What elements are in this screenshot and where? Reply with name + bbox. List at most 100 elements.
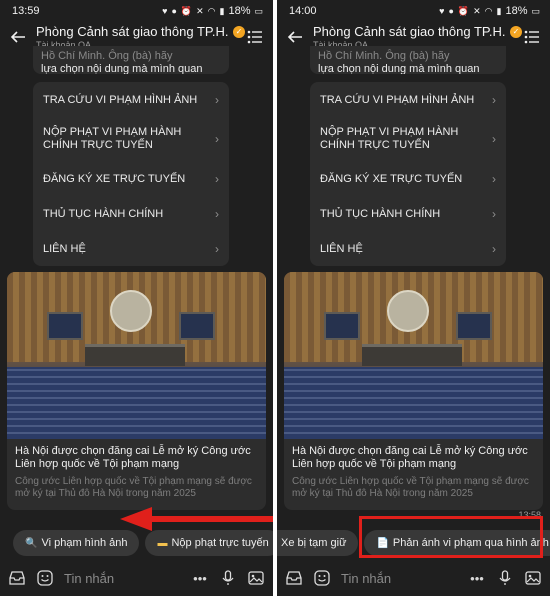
image-icon[interactable] [247,569,265,587]
more-icon[interactable]: ••• [468,569,486,587]
image-icon[interactable] [524,569,542,587]
menu-item-label: THỦ TỤC HÀNH CHÍNH [43,207,164,220]
chevron-right-icon: › [215,171,219,186]
chevron-right-icon: › [215,92,219,107]
news-image [7,272,266,439]
menu-card: TRA CỨU VI PHẠM HÌNH ẢNH › NỘP PHẠT VI P… [33,82,229,266]
message-bubble: Hồ Chí Minh. Ông (bà) hãy lựa chọn nội d… [310,46,506,74]
chat-title: Phòng Cảnh sát giao thông TP.H... [313,24,506,39]
news-description: Công ước Liên hợp quốc về Tội phạm mạng … [292,476,529,499]
emoji-icon[interactable] [313,569,331,587]
menu-item-label: ĐĂNG KÝ XE TRỰC TUYẾN [43,172,186,185]
input-bar: Tin nhắn ••• [277,560,550,596]
mute-icon: ✕ [196,5,204,16]
wifi-icon: ◠ [207,5,216,16]
menu-item-lien-he[interactable]: LIÊN HỆ › [310,231,506,266]
news-title: Hà Nội được chọn đăng cai Lễ mở ký Công … [292,445,528,470]
chip-label: Xe bị tạm giữ [281,537,347,549]
menu-item-dang-ky-xe[interactable]: ĐĂNG KÝ XE TRỰC TUYẾN › [33,161,229,196]
more-icon[interactable]: ••• [191,569,209,587]
menu-item-tra-cuu[interactable]: TRA CỨU VI PHẠM HÌNH ẢNH › [310,82,506,117]
chip-xe-bi-tam-giu[interactable]: Xe bị tạm giữ [277,530,359,556]
message-line-2: lựa chọn nội dung mà mình quan tâm: [318,63,480,74]
red-arrow-annotation [120,507,273,531]
chevron-right-icon: › [492,131,496,146]
signal-icon: ▮ [219,5,225,16]
menu-item-label: TRA CỨU VI PHẠM HÌNH ẢNH [43,93,198,106]
status-bar: 13:59 ♥ ● ⏰ ✕ ◠ ▮ 18% ▭ [0,0,273,22]
news-card[interactable]: Hà Nội được chọn đăng cai Lễ mở ký Công … [7,272,266,510]
right-phone-screen: 14:00 ♥ ● ⏰ ✕ ◠ ▮ 18% ▭ Phòng Cảnh sát g… [277,0,550,596]
microphone-icon[interactable] [496,569,514,587]
status-time: 14:00 [289,5,317,17]
battery-icon: ▭ [254,5,263,16]
menu-item-label: NỘP PHẠT VI PHẠM HÀNH CHÍNH TRỰC TUYẾN [320,126,459,151]
menu-card: TRA CỨU VI PHẠM HÌNH ẢNH › NỘP PHẠT VI P… [310,82,506,266]
wifi-icon: ◠ [484,5,493,16]
menu-item-tra-cuu[interactable]: TRA CỨU VI PHẠM HÌNH ẢNH › [33,82,229,117]
status-bar: 14:00 ♥ ● ⏰ ✕ ◠ ▮ 18% ▭ [277,0,550,22]
battery-percent: 18% [228,5,251,17]
status-time: 13:59 [12,5,40,17]
search-bubble-icon: 🔍 [25,537,38,549]
menu-item-nop-phat[interactable]: NỘP PHẠT VI PHẠM HÀNH CHÍNH TRỰC TUYẾN › [310,117,506,161]
red-highlight-box [359,516,543,558]
chip-label: Nộp phạt trực tuyến [171,537,269,549]
list-menu-icon[interactable] [522,27,542,47]
list-menu-icon[interactable] [245,27,265,47]
inbox-icon[interactable] [8,569,26,587]
news-description: Công ước Liên hợp quốc về Tội phạm mạng … [15,476,252,499]
mute-icon: ✕ [473,5,481,16]
menu-item-label: LIÊN HỆ [43,242,86,255]
menu-item-nop-phat[interactable]: NỘP PHẠT VI PHẠM HÀNH CHÍNH TRỰC TUYẾN › [33,117,229,161]
chevron-right-icon: › [215,131,219,146]
message-input[interactable]: Tin nhắn [341,571,458,586]
news-card[interactable]: Hà Nội được chọn đăng cai Lễ mở ký Công … [284,272,543,510]
chevron-right-icon: › [215,206,219,221]
chevron-right-icon: › [492,171,496,186]
news-image [284,272,543,439]
dot-icon: ● [171,6,177,16]
menu-item-label: LIÊN HỆ [320,242,363,255]
alarm-icon: ⏰ [457,5,470,16]
message-line-1: Hồ Chí Minh. Ông (bà) hãy [318,50,450,62]
status-icons: ♥ ● ⏰ ✕ ◠ ▮ 18% ▭ [162,5,263,17]
input-bar: Tin nhắn ••• [0,560,273,596]
alarm-icon: ⏰ [180,5,193,16]
battery-percent: 18% [505,5,528,17]
chat-area: Hồ Chí Minh. Ông (bà) hãy lựa chọn nội d… [277,46,550,596]
emoji-icon[interactable] [36,569,54,587]
chevron-right-icon: › [492,241,496,256]
chevron-right-icon: › [492,206,496,221]
menu-item-thu-tuc[interactable]: THỦ TỤC HÀNH CHÍNH › [310,196,506,231]
status-icons: ♥ ● ⏰ ✕ ◠ ▮ 18% ▭ [439,5,540,17]
inbox-icon[interactable] [285,569,303,587]
menu-item-lien-he[interactable]: LIÊN HỆ › [33,231,229,266]
message-input[interactable]: Tin nhắn [64,571,181,586]
back-arrow-icon[interactable] [285,27,305,47]
card-icon: ▬ [157,537,168,549]
menu-item-dang-ky-xe[interactable]: ĐĂNG KÝ XE TRỰC TUYẾN › [310,161,506,196]
un-emblem [387,290,429,332]
chat-title: Phòng Cảnh sát giao thông TP.H... [36,24,229,39]
back-arrow-icon[interactable] [8,27,28,47]
heart-icon: ♥ [439,6,445,16]
left-phone-screen: 13:59 ♥ ● ⏰ ✕ ◠ ▮ 18% ▭ Phòng Cảnh sát g… [0,0,273,596]
message-line-1: Hồ Chí Minh. Ông (bà) hãy [41,50,173,62]
message-line-2: lựa chọn nội dung mà mình quan tâm: [41,63,203,74]
verified-icon: ✓ [233,25,245,38]
menu-item-label: TRA CỨU VI PHẠM HÌNH ẢNH [320,93,475,106]
chevron-right-icon: › [215,241,219,256]
signal-icon: ▮ [496,5,502,16]
un-emblem [110,290,152,332]
verified-icon: ✓ [510,25,522,38]
menu-item-label: THỦ TỤC HÀNH CHÍNH [320,207,441,220]
chevron-right-icon: › [492,92,496,107]
news-title: Hà Nội được chọn đăng cai Lễ mở ký Công … [15,445,251,470]
dot-icon: ● [448,6,454,16]
menu-item-thu-tuc[interactable]: THỦ TỤC HÀNH CHÍNH › [33,196,229,231]
menu-item-label: NỘP PHẠT VI PHẠM HÀNH CHÍNH TRỰC TUYẾN [43,126,182,151]
heart-icon: ♥ [162,6,168,16]
microphone-icon[interactable] [219,569,237,587]
battery-icon: ▭ [531,5,540,16]
